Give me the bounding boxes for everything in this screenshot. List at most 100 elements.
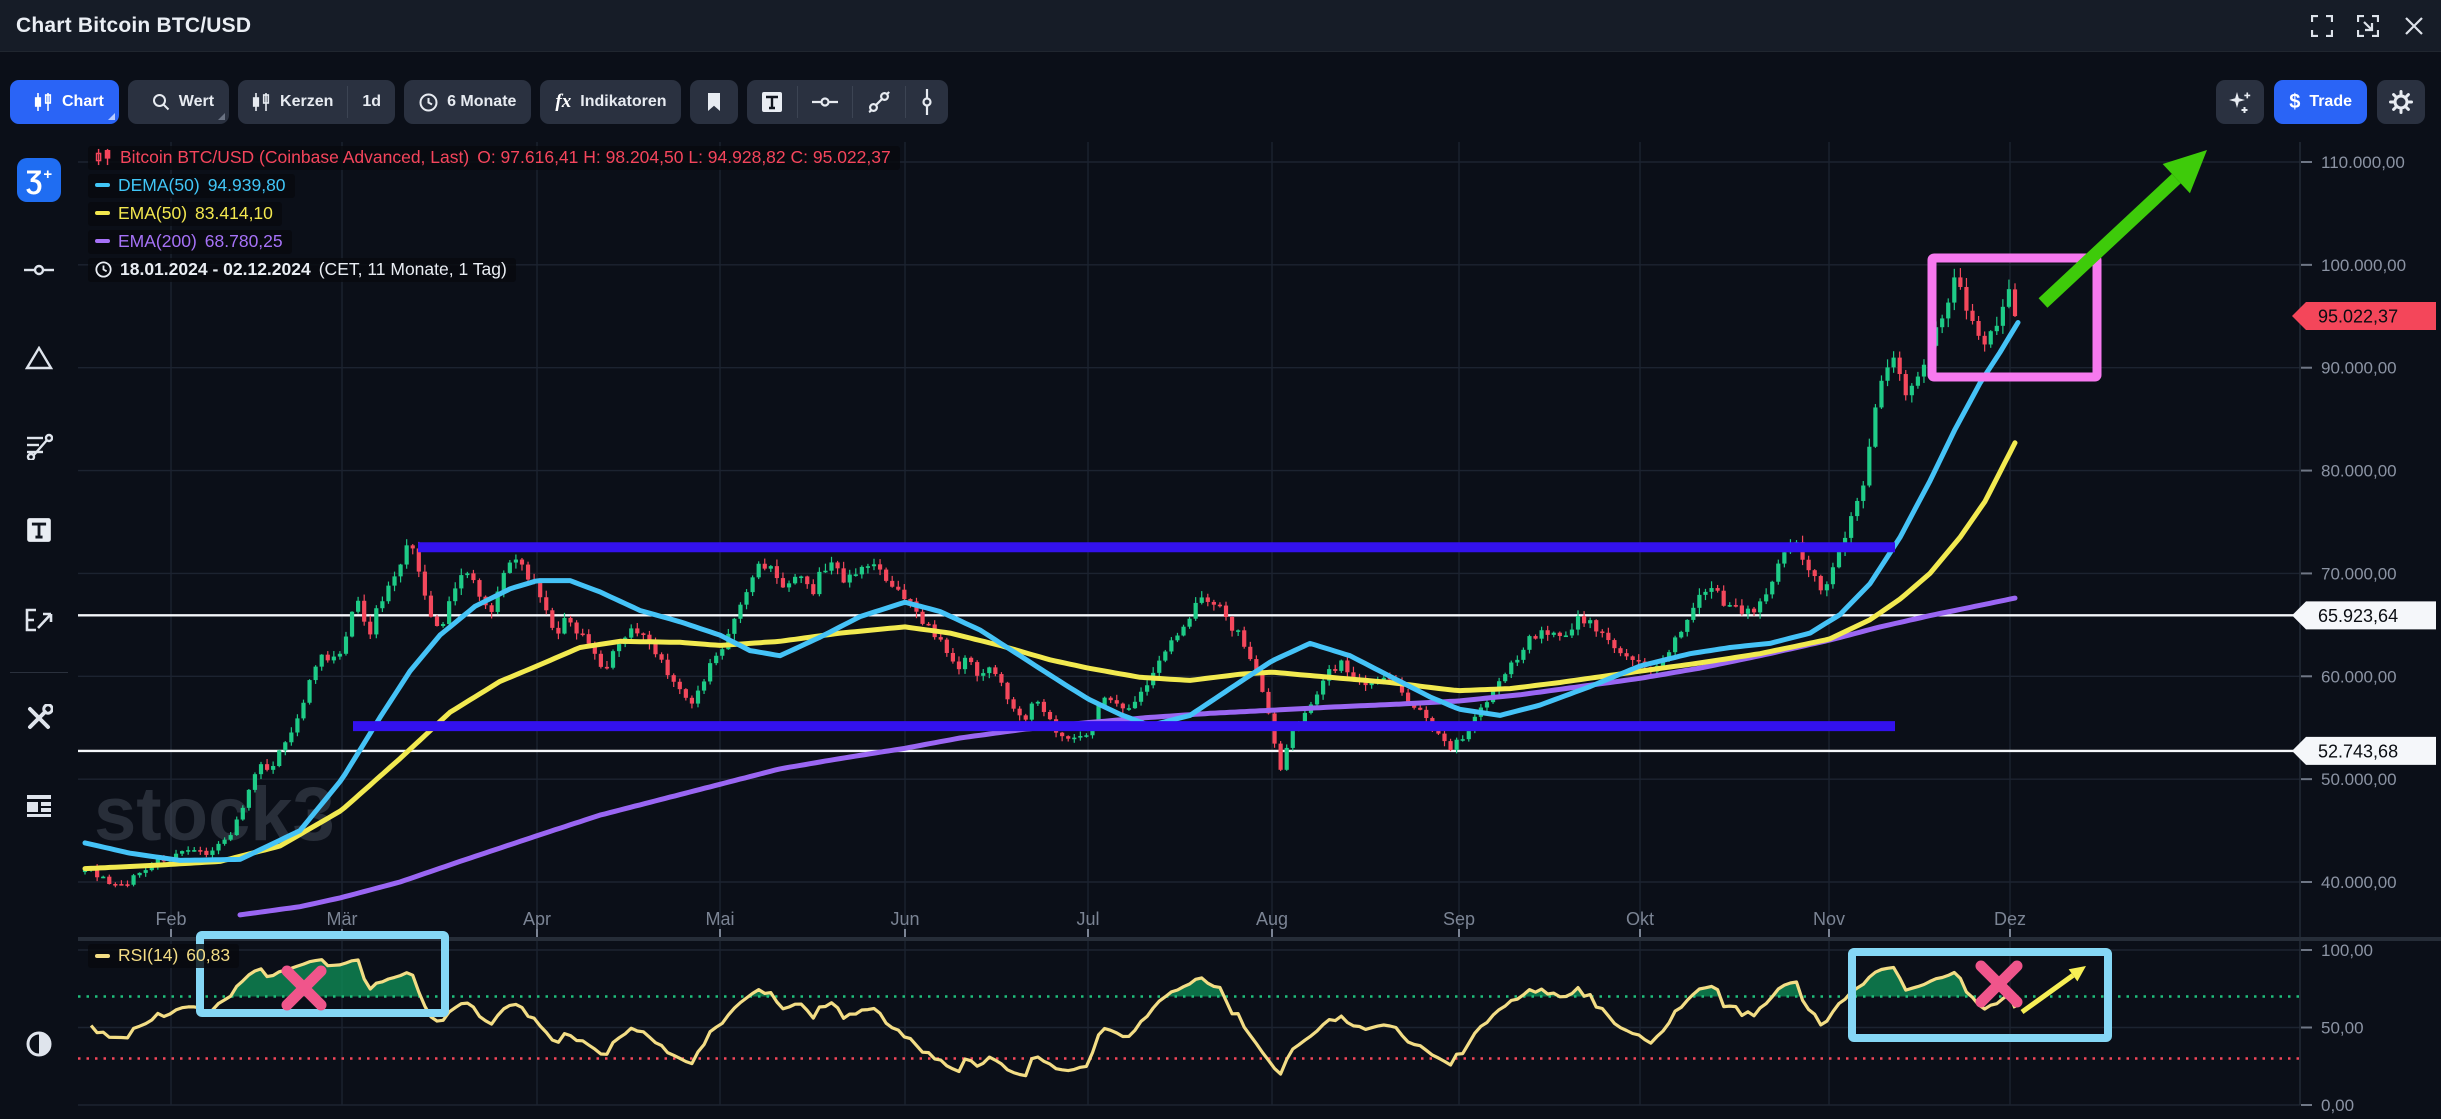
dollar-icon: $ — [2289, 91, 2300, 114]
fullscreen-icon[interactable] — [2309, 13, 2335, 39]
range-label: 6 Monate — [447, 93, 516, 111]
fx-icon: fx — [555, 91, 571, 113]
interval-button[interactable]: 1d — [348, 80, 395, 124]
ema50-legend-row[interactable]: EMA(50) 83.414,10 — [88, 202, 282, 226]
trading-app-window: Chart Bitcoin BTC/USD Chart Wert — [0, 0, 2441, 1119]
month-label: Sep — [1443, 909, 1475, 929]
ema200-swatch — [95, 239, 110, 243]
title-bar: Chart Bitcoin BTC/USD — [0, 0, 2441, 52]
dema-swatch — [95, 183, 110, 187]
range-button[interactable]: 6 Monate — [404, 80, 531, 124]
rsi-legend-row[interactable]: RSI(14) 60,83 — [88, 944, 239, 968]
rsi-line — [91, 960, 2015, 1076]
symbol-legend-row[interactable]: Bitcoin BTC/USD (Coinbase Advanced, Last… — [88, 146, 900, 170]
date-range-text: 18.01.2024 - 02.12.2024 — [120, 259, 311, 280]
magic-settings-button[interactable] — [2216, 80, 2264, 124]
svg-text:52.743,68: 52.743,68 — [2318, 741, 2398, 761]
bookmark-icon — [706, 92, 722, 112]
chart-button[interactable]: Chart — [10, 80, 119, 124]
month-label: Jul — [1076, 909, 1099, 929]
price-axis[interactable]: 110.000,00 100.000,00 90.000,00 80.000,00 70… — [2301, 153, 2406, 1115]
ema50-swatch — [95, 211, 110, 215]
trade-button[interactable]: $ Trade — [2274, 80, 2367, 124]
trade-button-label: Trade — [2309, 93, 2352, 111]
window-title: Chart Bitcoin BTC/USD — [16, 14, 251, 38]
yellow-arrow-annotation — [2022, 975, 2073, 1012]
svg-text:100.000,00: 100.000,00 — [2321, 256, 2406, 275]
dema-label: DEMA(50) — [118, 175, 200, 196]
symbol-search-button[interactable]: Wert — [128, 80, 229, 124]
ema50-line — [85, 443, 2015, 869]
text-tool-button[interactable] — [747, 80, 797, 124]
green-arrow-annotation — [2043, 179, 2176, 303]
chart-button-label: Chart — [62, 93, 104, 111]
interval-label: 1d — [362, 93, 381, 111]
month-label: Feb — [155, 909, 186, 929]
vertical-line-tool-button[interactable] — [906, 80, 948, 124]
chart-type-label: Kerzen — [280, 93, 333, 111]
svg-text:40.000,00: 40.000,00 — [2321, 873, 2397, 892]
chart-canvas[interactable]: stock3FebMärAprMaiJunJulAugSepOktNovDez1… — [0, 140, 2441, 1119]
ema50-label: EMA(50) — [118, 203, 187, 224]
text-tool-icon — [761, 91, 783, 113]
rsi-label: RSI(14) — [118, 945, 178, 966]
month-label: Jun — [890, 909, 919, 929]
candlesticks — [83, 268, 2017, 887]
svg-text:70.000,00: 70.000,00 — [2321, 564, 2397, 583]
rsi-swatch — [95, 954, 110, 958]
vertical-line-icon — [920, 89, 934, 115]
chart-legend: Bitcoin BTC/USD (Coinbase Advanced, Last… — [88, 146, 900, 286]
price-badge: 52.743,68 — [2292, 737, 2436, 765]
ema200-legend-row[interactable]: EMA(200) 68.780,25 — [88, 230, 292, 254]
dema-legend-row[interactable]: DEMA(50) 94.939,80 — [88, 174, 295, 198]
chart-type-button[interactable]: Kerzen — [238, 80, 347, 124]
svg-text:50.000,00: 50.000,00 — [2321, 770, 2397, 789]
svg-text:0,00: 0,00 — [2321, 1096, 2354, 1115]
clock-icon — [95, 261, 112, 278]
svg-text:100,00: 100,00 — [2321, 941, 2373, 960]
watermark: stock3 — [94, 772, 335, 857]
bookmark-button[interactable] — [690, 80, 738, 124]
candles-icon — [252, 92, 271, 112]
settings-button[interactable] — [2377, 80, 2425, 124]
svg-text:95.022,37: 95.022,37 — [2318, 307, 2398, 327]
clock-icon — [419, 93, 438, 112]
symbol-legend-text: Bitcoin BTC/USD (Coinbase Advanced, Last… — [120, 147, 469, 168]
rsi-pane — [78, 960, 2300, 1076]
ohlc-values: O: 97.616,41 H: 98.204,50 L: 94.928,82 C… — [477, 147, 891, 168]
candles-icon — [34, 92, 53, 112]
ema200-value: 68.780,25 — [205, 231, 283, 252]
date-range-row[interactable]: 18.01.2024 - 02.12.2024 (CET, 11 Monate,… — [88, 258, 516, 282]
trend-path-tool-button[interactable] — [853, 80, 905, 124]
symbol-search-label: Wert — [179, 93, 214, 111]
month-label: Mär — [327, 909, 358, 929]
month-label: Apr — [523, 909, 551, 929]
month-label: Nov — [1813, 909, 1845, 929]
ema50-value: 83.414,10 — [195, 203, 273, 224]
svg-text:110.000,00: 110.000,00 — [2321, 153, 2405, 172]
trend-path-icon — [867, 90, 891, 114]
svg-text:60.000,00: 60.000,00 — [2321, 667, 2397, 686]
month-label: Mai — [705, 909, 734, 929]
indicators-button[interactable]: fx Indikatoren — [540, 80, 681, 124]
month-label: Dez — [1994, 909, 2026, 929]
svg-text:90.000,00: 90.000,00 — [2321, 359, 2397, 378]
rsi-legend: RSI(14) 60,83 — [88, 944, 239, 968]
toolbar: Chart Wert Kerzen 1d 6 Monate — [0, 52, 2441, 140]
ema200-label: EMA(200) — [118, 231, 197, 252]
rsi-value: 60,83 — [186, 945, 230, 966]
horizontal-line-tool-button[interactable] — [798, 80, 852, 124]
svg-text:50,00: 50,00 — [2321, 1019, 2364, 1038]
sparkles-icon — [2228, 90, 2252, 114]
popout-icon[interactable] — [2355, 13, 2381, 39]
indicators-label: Indikatoren — [580, 93, 666, 111]
svg-text:80.000,00: 80.000,00 — [2321, 462, 2397, 481]
price-badge: 65.923,64 — [2292, 601, 2436, 629]
charttype-interval-group: Kerzen 1d — [238, 80, 395, 124]
series-candles-icon — [95, 148, 112, 166]
date-range-detail: (CET, 11 Monate, 1 Tag) — [319, 259, 507, 280]
price-badge: 95.022,37 — [2292, 302, 2436, 330]
close-icon[interactable] — [2401, 13, 2427, 39]
search-icon — [152, 93, 170, 111]
drawing-tools-group — [747, 80, 948, 124]
